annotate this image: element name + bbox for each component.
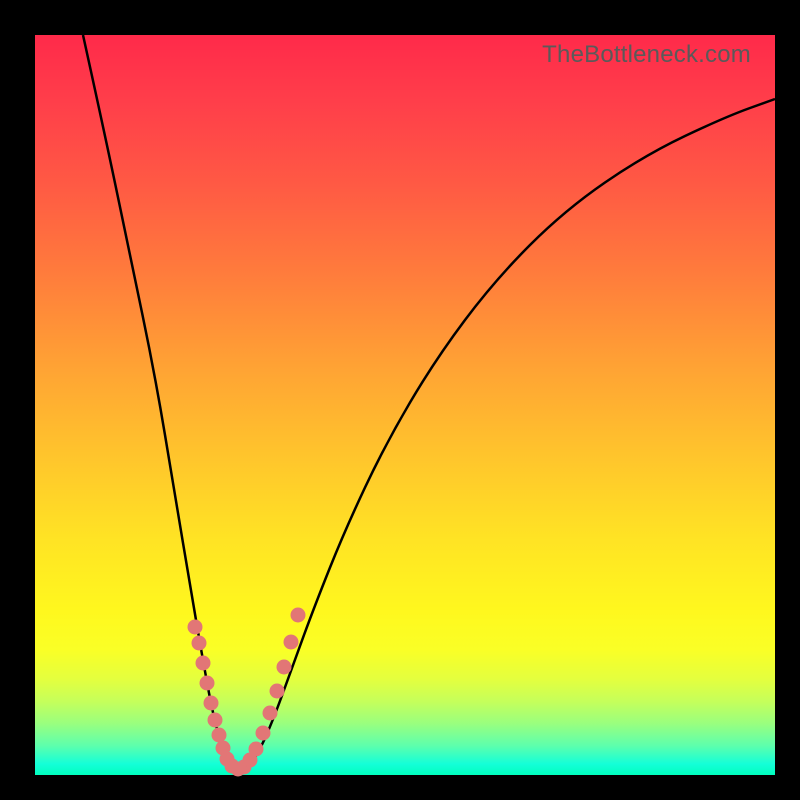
- sample-dot: [204, 696, 219, 711]
- bottleneck-curve: [83, 35, 775, 769]
- sample-dot: [192, 636, 207, 651]
- sample-dots-group: [188, 608, 306, 777]
- sample-dot: [270, 684, 285, 699]
- sample-dot: [212, 728, 227, 743]
- sample-dot: [208, 713, 223, 728]
- outer-frame: TheBottleneck.com: [0, 0, 800, 800]
- sample-dot: [249, 742, 264, 757]
- sample-dot: [284, 635, 299, 650]
- sample-dot: [291, 608, 306, 623]
- plot-area: TheBottleneck.com: [35, 35, 775, 775]
- sample-dot: [200, 676, 215, 691]
- sample-dot: [256, 726, 271, 741]
- sample-dot: [263, 706, 278, 721]
- sample-dot: [188, 620, 203, 635]
- chart-svg: [35, 35, 775, 775]
- sample-dot: [277, 660, 292, 675]
- sample-dot: [196, 656, 211, 671]
